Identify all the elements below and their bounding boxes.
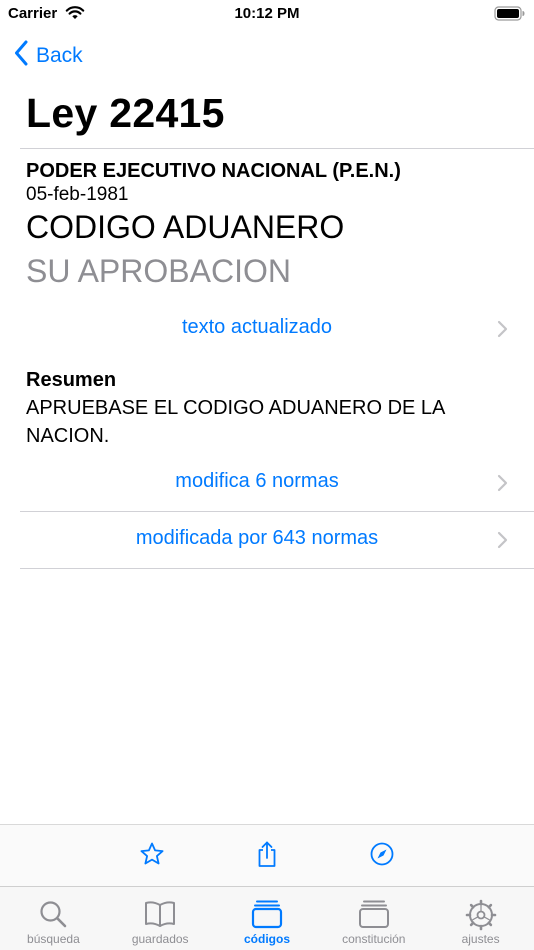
page-title: Ley 22415 (26, 90, 225, 136)
subtitle-label: SU APROBACION (26, 253, 291, 289)
date-label: 05-feb-1981 (26, 184, 129, 205)
updated-text-link[interactable]: texto actualizado (20, 302, 534, 356)
star-icon[interactable] (137, 839, 167, 869)
code-name-label: CODIGO ADUANERO (26, 209, 345, 245)
tab-codigos[interactable]: códigos (214, 887, 321, 950)
gear-icon (465, 899, 497, 936)
book-icon (143, 899, 177, 934)
action-toolbar (0, 824, 534, 886)
updated-text-label: texto actualizado (181, 316, 333, 338)
modified-by-link[interactable]: modificada por 643 normas (20, 513, 534, 567)
chevron-left-icon (14, 40, 28, 71)
tab-label: ajustes (461, 932, 500, 946)
back-button[interactable]: Back (14, 40, 83, 71)
stack-icon (358, 899, 390, 934)
modifies-label: modifica 6 normas (175, 470, 339, 492)
share-icon[interactable] (252, 839, 282, 869)
divider (20, 148, 534, 149)
summary-text: APRUEBASE EL CODIGO ADUANERO DE LA NACIO… (26, 397, 445, 447)
tab-ajustes[interactable]: ajustes (427, 887, 534, 950)
tab-guardados[interactable]: guardados (107, 887, 214, 950)
tab-label: guardados (131, 932, 189, 946)
summary-heading: Resumen (26, 369, 117, 391)
modifies-link[interactable]: modifica 6 normas (20, 456, 534, 510)
magnifier-icon (38, 899, 68, 934)
tab-constitucion[interactable]: constitución (320, 887, 427, 950)
chevron-right-icon (497, 531, 508, 554)
back-label: Back (36, 43, 83, 67)
navigation-bar: Back (0, 36, 534, 76)
tab-busqueda[interactable]: búsqueda (0, 887, 107, 950)
stack-icon (251, 899, 283, 934)
divider (20, 511, 534, 512)
divider (20, 568, 534, 569)
chevron-right-icon (497, 320, 508, 343)
battery-icon (494, 6, 525, 26)
chevron-right-icon (497, 474, 508, 497)
tab-bar: búsqueda guardados códigos constitución … (0, 886, 534, 950)
status-bar: Carrier 10:12 PM (0, 0, 534, 28)
compass-icon[interactable] (367, 839, 397, 869)
tab-label: códigos (243, 932, 290, 946)
clock: 10:12 PM (234, 5, 300, 22)
modified-by-label: modificada por 643 normas (135, 527, 379, 549)
tab-label: búsqueda (27, 932, 80, 946)
tab-label: constitución (342, 932, 406, 946)
issuer-label: PODER EJECUTIVO NACIONAL (P.E.N.) (26, 160, 401, 182)
